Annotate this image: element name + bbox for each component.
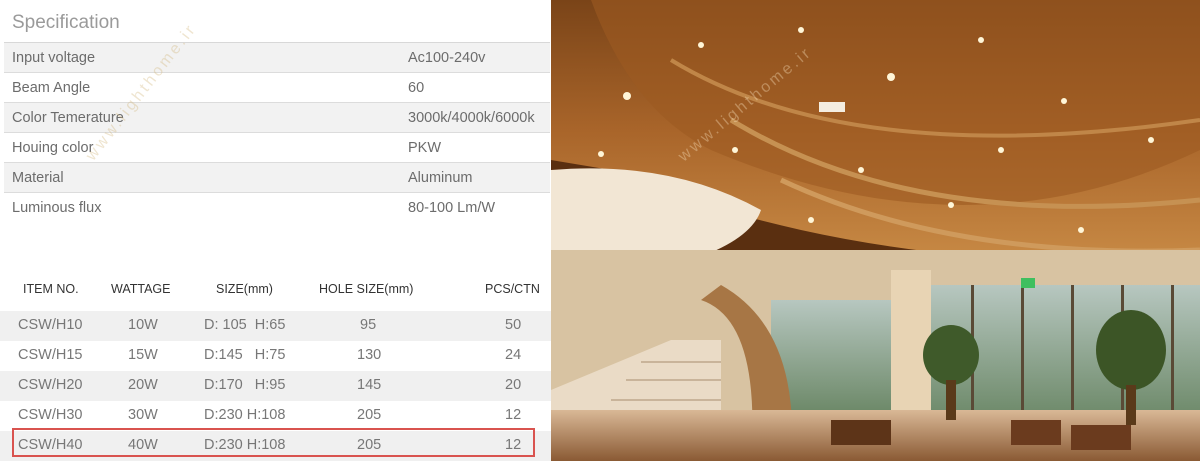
- wattage: 10W: [128, 317, 158, 333]
- spec-row: Input voltage Ac100-240v: [4, 43, 550, 73]
- item-no: CSW/H10: [18, 317, 83, 333]
- spec-label: Houing color: [12, 140, 94, 156]
- item-no: CSW/H15: [18, 347, 83, 363]
- size: D:170 H:95: [204, 377, 286, 393]
- size: D:145 H:75: [204, 347, 286, 363]
- pcs-ctn: 12: [505, 407, 522, 423]
- size: D: 105 H:65: [204, 317, 286, 333]
- spec-value: Aluminum: [408, 170, 473, 186]
- table-row: CSW/H10 10W D: 105 H:65 95 50: [0, 311, 551, 341]
- spec-value: Ac100-240v: [408, 50, 486, 66]
- header-item-no: ITEM NO.: [23, 282, 79, 296]
- pcs-ctn: 50: [505, 317, 522, 333]
- hole-size: 205: [357, 407, 382, 423]
- spec-label: Input voltage: [12, 50, 96, 66]
- header-wattage: WATTAGE: [111, 282, 171, 296]
- header-hole-size: HOLE SIZE(mm): [319, 282, 414, 296]
- spec-value: 60: [408, 80, 425, 96]
- ceiling-photo: www.lighthome.ir: [551, 0, 1200, 461]
- spec-label: Beam Angle: [12, 80, 91, 96]
- hole-size: 130: [357, 347, 382, 363]
- table-row: CSW/H30 30W D:230 H:108 205 12: [0, 401, 551, 431]
- spec-value: PKW: [408, 140, 442, 156]
- hole-size: 95: [360, 317, 377, 333]
- table-row: CSW/H20 20W D:170 H:95 145 20: [0, 371, 551, 401]
- spec-label: Material: [12, 170, 64, 186]
- highlight-box: [12, 428, 535, 457]
- specification-panel: Specification Input voltage Ac100-240v Be…: [0, 0, 551, 461]
- spec-label: Luminous flux: [12, 200, 102, 216]
- header-pcs-ctn: PCS/CTN: [485, 282, 540, 296]
- product-table-header: ITEM NO. WATTAGE SIZE(mm) HOLE SIZE(mm) …: [0, 280, 551, 300]
- spec-row: Material Aluminum: [4, 163, 550, 193]
- size: D:230 H:108: [204, 407, 286, 423]
- spec-row: Luminous flux 80-100 Lm/W: [4, 193, 550, 222]
- spec-title: Specification: [12, 12, 120, 33]
- spec-table: Input voltage Ac100-240v Beam Angle 60 Col…: [4, 42, 550, 222]
- item-no: CSW/H30: [18, 407, 83, 423]
- spec-value: 3000k/4000k/6000k: [408, 110, 535, 126]
- wattage: 15W: [128, 347, 158, 363]
- spec-row: Beam Angle 60: [4, 73, 550, 103]
- spec-row: Color Temerature 3000k/4000k/6000k: [4, 103, 550, 133]
- item-no: CSW/H20: [18, 377, 83, 393]
- hole-size: 145: [357, 377, 382, 393]
- pcs-ctn: 24: [505, 347, 522, 363]
- table-row: CSW/H15 15W D:145 H:75 130 24: [0, 341, 551, 371]
- wattage: 20W: [128, 377, 158, 393]
- spec-value: 80-100 Lm/W: [408, 200, 496, 216]
- header-size: SIZE(mm): [216, 282, 273, 296]
- pcs-ctn: 20: [505, 377, 522, 393]
- wattage: 30W: [128, 407, 158, 423]
